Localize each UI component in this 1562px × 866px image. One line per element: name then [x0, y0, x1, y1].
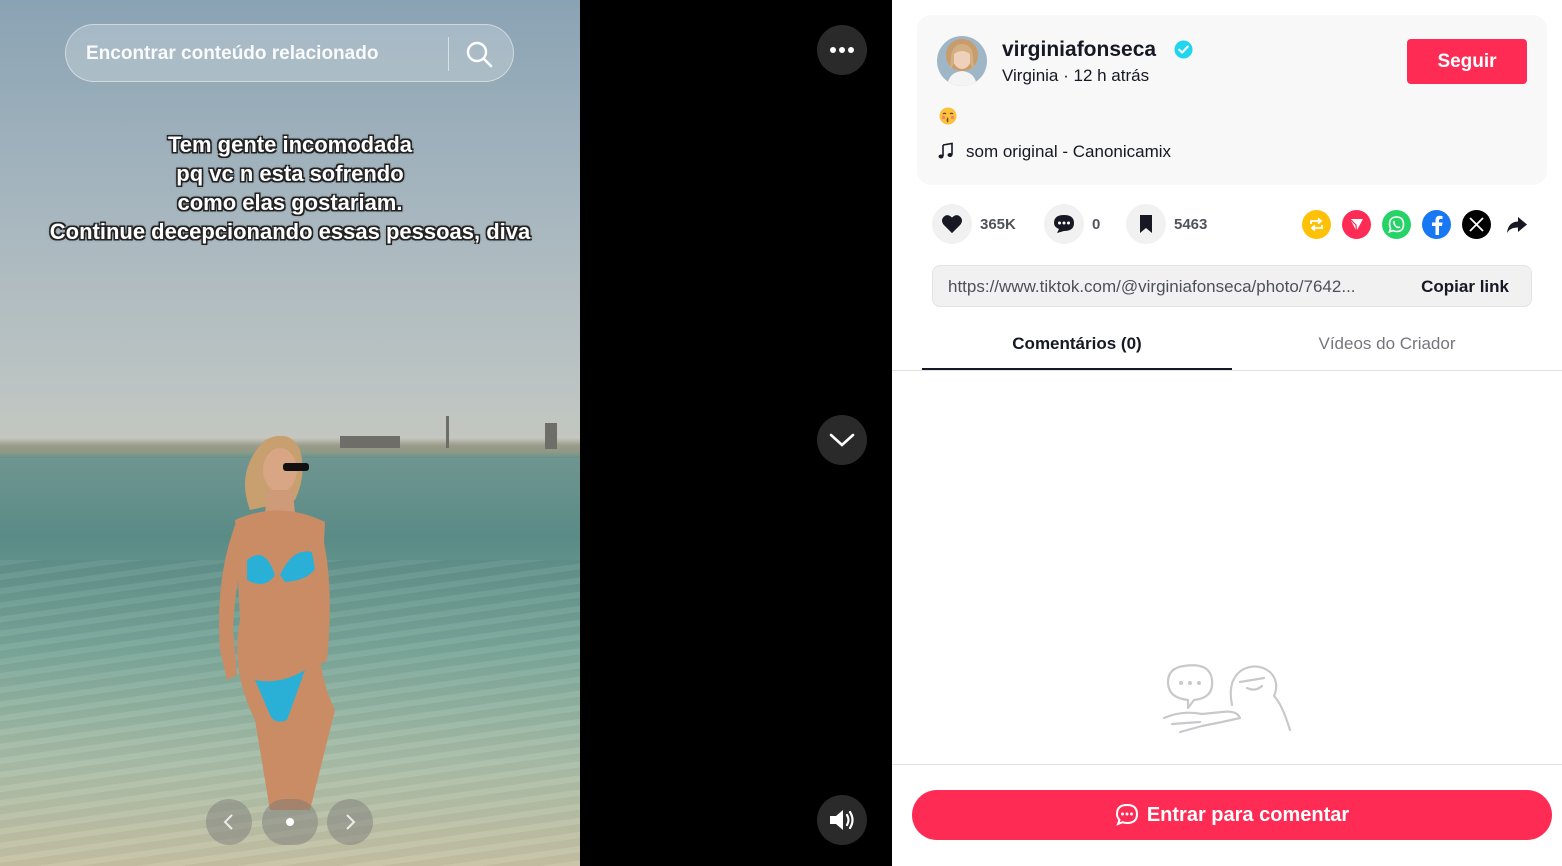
music-note-icon — [938, 142, 953, 159]
kissing-face-emoji — [939, 107, 957, 125]
facebook-icon — [1431, 215, 1442, 235]
follow-button[interactable]: Seguir — [1407, 39, 1527, 84]
pager-dot-active — [286, 818, 294, 826]
chevron-left-icon — [223, 814, 233, 830]
share-arrow-icon — [1506, 216, 1527, 233]
comment-bubble-icon — [1115, 803, 1138, 826]
repost-button[interactable] — [1302, 210, 1331, 239]
author-subline: Virginia · 12 h atrás — [1002, 66, 1149, 86]
author-username[interactable]: virginiafonseca — [1002, 38, 1156, 62]
chevron-right-icon — [346, 814, 356, 830]
chevron-down-icon — [829, 433, 855, 447]
media-viewer: Encontrar conteúdo relacionado Tem gente… — [0, 0, 892, 866]
save-stat[interactable]: 5463 — [1126, 204, 1207, 244]
post-link-box: https://www.tiktok.com/@virginiafonseca/… — [932, 265, 1532, 307]
more-options-button[interactable] — [817, 25, 867, 75]
post-photo[interactable]: Encontrar conteúdo relacionado Tem gente… — [0, 0, 580, 866]
comment-button[interactable] — [1044, 204, 1084, 244]
search-icon[interactable] — [464, 39, 494, 69]
search-divider — [448, 37, 449, 71]
building — [545, 423, 557, 449]
volume-icon — [830, 810, 854, 830]
caption-line: Tem gente incomodada — [167, 132, 413, 157]
like-button[interactable] — [932, 204, 972, 244]
x-icon — [1469, 217, 1484, 232]
author-display-name: Virginia — [1002, 66, 1059, 85]
next-photo-button[interactable] — [327, 799, 373, 845]
post-timestamp: 12 h atrás — [1073, 66, 1150, 85]
like-count: 365K — [980, 215, 1016, 233]
tab-comments[interactable]: Comentários (0) — [922, 322, 1232, 370]
caption-line: pq vc n esta sofrendo — [176, 161, 404, 186]
like-stat[interactable]: 365K — [932, 204, 1016, 244]
footer-divider — [892, 764, 1562, 765]
tab-creator-videos[interactable]: Vídeos do Criador — [1232, 322, 1542, 370]
verified-badge-icon — [1174, 40, 1193, 59]
send-to-friends-icon — [1349, 218, 1363, 232]
whatsapp-icon — [1388, 216, 1405, 234]
author-info-card: virginiafonseca Virginia · 12 h atrás Se… — [917, 15, 1547, 185]
volume-button[interactable] — [817, 795, 867, 845]
more-share-button[interactable] — [1502, 210, 1531, 239]
post-link-url[interactable]: https://www.tiktok.com/@virginiafonseca/… — [948, 277, 1398, 297]
photo-caption-overlay: Tem gente incomodada pq vc n esta sofren… — [0, 130, 580, 246]
tabs-divider — [892, 370, 1562, 371]
heart-icon — [942, 215, 962, 234]
send-to-friends-button[interactable] — [1342, 210, 1371, 239]
avatar-image — [947, 44, 977, 86]
repost-icon — [1310, 217, 1323, 232]
post-details-panel: virginiafonseca Virginia · 12 h atrás Se… — [892, 0, 1562, 866]
whatsapp-share-button[interactable] — [1382, 210, 1411, 239]
more-dots-icon — [830, 47, 854, 53]
related-content-search[interactable]: Encontrar conteúdo relacionado — [65, 24, 514, 82]
login-to-comment-button[interactable]: Entrar para comentar — [912, 790, 1552, 840]
subline-separator: · — [1058, 66, 1074, 85]
previous-photo-button[interactable] — [206, 799, 252, 845]
photo-pager — [262, 799, 318, 845]
x-share-button[interactable] — [1462, 210, 1491, 239]
comment-count: 0 — [1092, 215, 1101, 233]
caption-line: como elas gostariam. — [177, 190, 403, 215]
next-video-button[interactable] — [817, 415, 867, 465]
login-to-comment-label: Entrar para comentar — [1146, 803, 1350, 826]
bookmark-icon — [1140, 215, 1152, 233]
facebook-share-button[interactable] — [1422, 210, 1451, 239]
save-button[interactable] — [1126, 204, 1166, 244]
person-in-water — [219, 435, 335, 810]
save-count: 5463 — [1174, 215, 1208, 233]
comment-stat[interactable]: 0 — [1044, 204, 1100, 244]
copy-link-button[interactable]: Copiar link — [1421, 277, 1509, 297]
comment-bubble-icon — [1054, 215, 1074, 233]
search-placeholder: Encontrar conteúdo relacionado — [86, 43, 379, 64]
tiktok-photo-post-view: Encontrar conteúdo relacionado Tem gente… — [0, 0, 1562, 866]
no-comments-illustration — [1162, 664, 1292, 734]
caption-line: Continue decepcionando essas pessoas, di… — [49, 219, 531, 244]
avatar[interactable] — [937, 36, 987, 86]
sound-name[interactable]: som original - Canonicamix — [966, 142, 1171, 162]
palm-tree — [446, 416, 449, 448]
